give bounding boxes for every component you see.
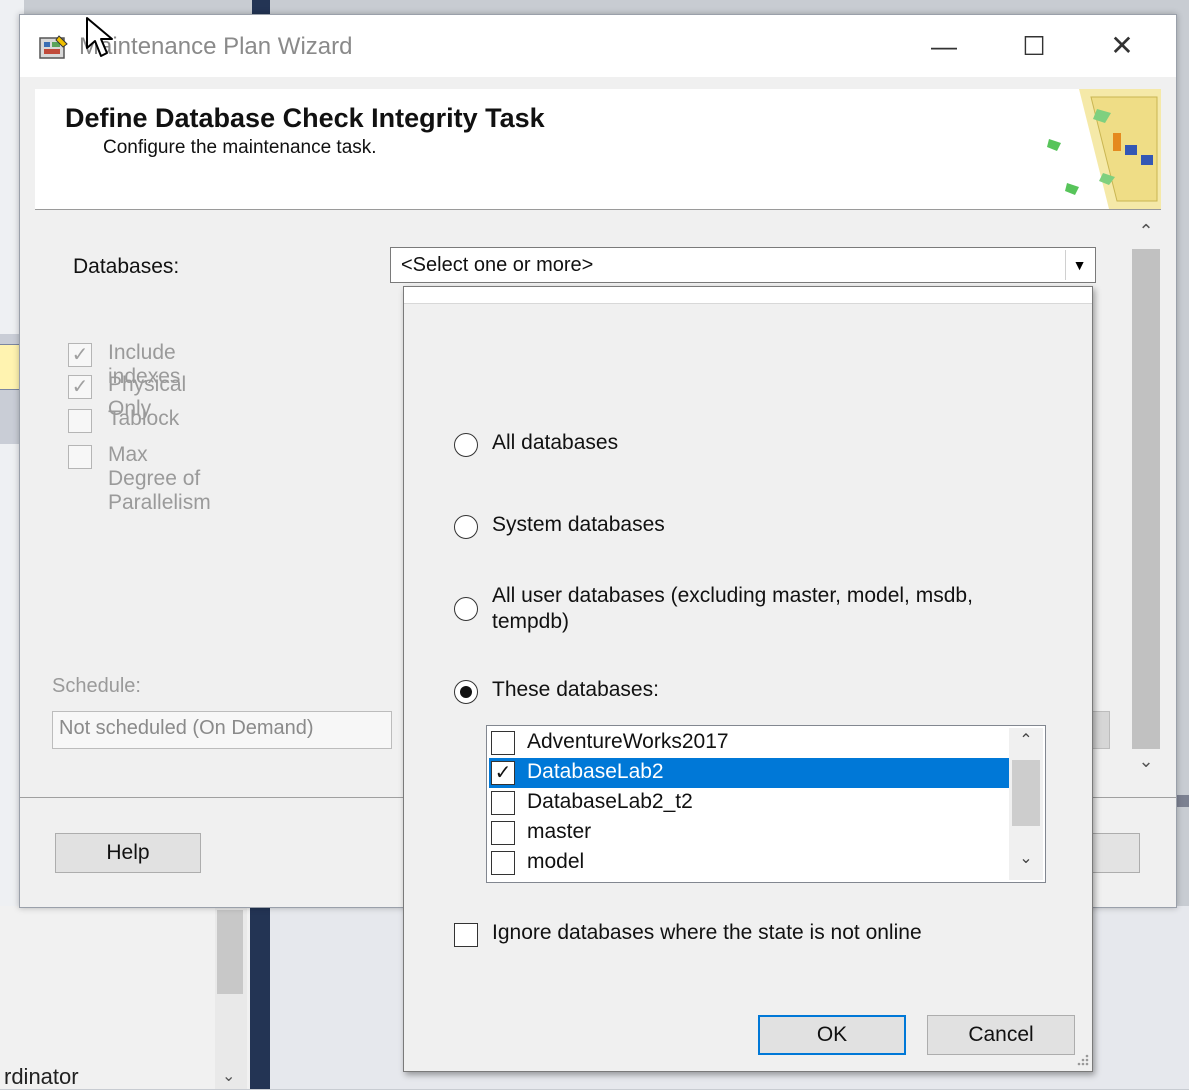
scroll-down-icon[interactable]: ⌄ <box>1132 751 1160 777</box>
database-name: DatabaseLab2 <box>527 760 664 783</box>
list-item[interactable]: master <box>489 818 1009 848</box>
database-name: master <box>527 820 592 843</box>
physical-only-checkbox[interactable]: ✓ <box>68 375 92 399</box>
change-schedule-button[interactable] <box>1090 711 1110 749</box>
list-scrollbar-thumb[interactable] <box>1012 760 1040 826</box>
radio-label: System databases <box>492 513 665 536</box>
tablock-label: Tablock <box>108 407 180 430</box>
scroll-up-icon[interactable]: ⌃ <box>1132 221 1160 247</box>
vertical-scrollbar-thumb[interactable] <box>1132 249 1160 749</box>
radio-button[interactable] <box>454 433 478 457</box>
wizard-header-graphic-icon <box>1047 89 1161 209</box>
page-subtitle: Configure the maintenance task. <box>103 137 377 158</box>
include-indexes-checkbox[interactable]: ✓ <box>68 343 92 367</box>
database-checkbox[interactable] <box>491 821 515 845</box>
background-scrollbar-thumb[interactable] <box>217 910 243 994</box>
close-button[interactable]: ✕ <box>1086 21 1158 71</box>
ignore-offline-checkbox[interactable] <box>454 923 478 947</box>
cancel-button[interactable]: Cancel <box>927 1015 1075 1055</box>
background-divider <box>250 906 270 1089</box>
page-title: Define Database Check Integrity Task <box>65 103 545 133</box>
databases-label: Databases: <box>73 255 180 278</box>
databases-combobox[interactable]: <Select one or more> ▼ <box>390 247 1096 283</box>
radio-button[interactable] <box>454 515 478 539</box>
ok-button[interactable]: OK <box>758 1015 906 1055</box>
list-item[interactable]: AdventureWorks2017 <box>489 728 1009 758</box>
title-bar: Maintenance Plan Wizard — ☐ ✕ <box>20 15 1176 77</box>
tablock-checkbox[interactable] <box>68 409 92 433</box>
dropdown-arrow-icon[interactable]: ▼ <box>1065 250 1093 280</box>
database-selection-popup: All databases System databases All user … <box>403 286 1093 1072</box>
database-name: DatabaseLab2_t2 <box>527 790 693 813</box>
resize-grip-icon[interactable] <box>1072 1049 1090 1067</box>
radio-label: All databases <box>492 431 619 454</box>
background-edge <box>1176 795 1189 807</box>
max-parallelism-label: Max Degree of Parallelism <box>108 443 211 514</box>
ignore-offline-label: Ignore databases where the state is not … <box>492 921 922 944</box>
radio-label: These databases: <box>492 678 659 701</box>
database-name: AdventureWorks2017 <box>527 730 729 753</box>
maximize-button[interactable]: ☐ <box>998 21 1070 71</box>
database-name: model <box>527 850 585 873</box>
schedule-field[interactable]: Not scheduled (On Demand) <box>52 711 392 749</box>
database-list[interactable]: AdventureWorks2017 ✓ DatabaseLab2 Databa… <box>486 725 1046 883</box>
radio-label: All user databases (excluding master, mo… <box>492 584 973 633</box>
schedule-label: Schedule: <box>52 675 141 697</box>
background-partial-text: rdinator <box>4 1064 79 1089</box>
minimize-button[interactable]: — <box>908 21 980 71</box>
background-divider <box>252 0 270 14</box>
max-parallelism-checkbox[interactable] <box>68 445 92 469</box>
database-checkbox[interactable] <box>491 791 515 815</box>
window-title: Maintenance Plan Wizard <box>79 33 353 60</box>
wizard-header: Define Database Check Integrity Task Con… <box>35 89 1161 210</box>
mouse-cursor-icon <box>86 17 113 57</box>
list-item[interactable]: ✓ DatabaseLab2 <box>489 758 1009 788</box>
list-item[interactable]: model <box>489 848 1009 878</box>
database-checkbox[interactable] <box>491 731 515 755</box>
database-checkbox[interactable]: ✓ <box>491 761 515 785</box>
radio-button[interactable] <box>454 597 478 621</box>
radio-selected-dot <box>460 686 472 698</box>
popup-top-strip <box>404 287 1092 304</box>
scroll-up-icon[interactable]: ⌃ <box>1009 730 1043 756</box>
chevron-down-icon[interactable]: ⌄ <box>222 1066 235 1086</box>
next-button[interactable] <box>1090 833 1140 873</box>
wizard-app-icon <box>39 35 68 59</box>
database-checkbox[interactable] <box>491 851 515 875</box>
scroll-down-icon[interactable]: ⌄ <box>1009 848 1043 874</box>
list-item[interactable]: DatabaseLab2_t2 <box>489 788 1009 818</box>
databases-combobox-value: <Select one or more> <box>401 254 594 276</box>
help-button[interactable]: Help <box>55 833 201 873</box>
radio-button[interactable] <box>454 680 478 704</box>
